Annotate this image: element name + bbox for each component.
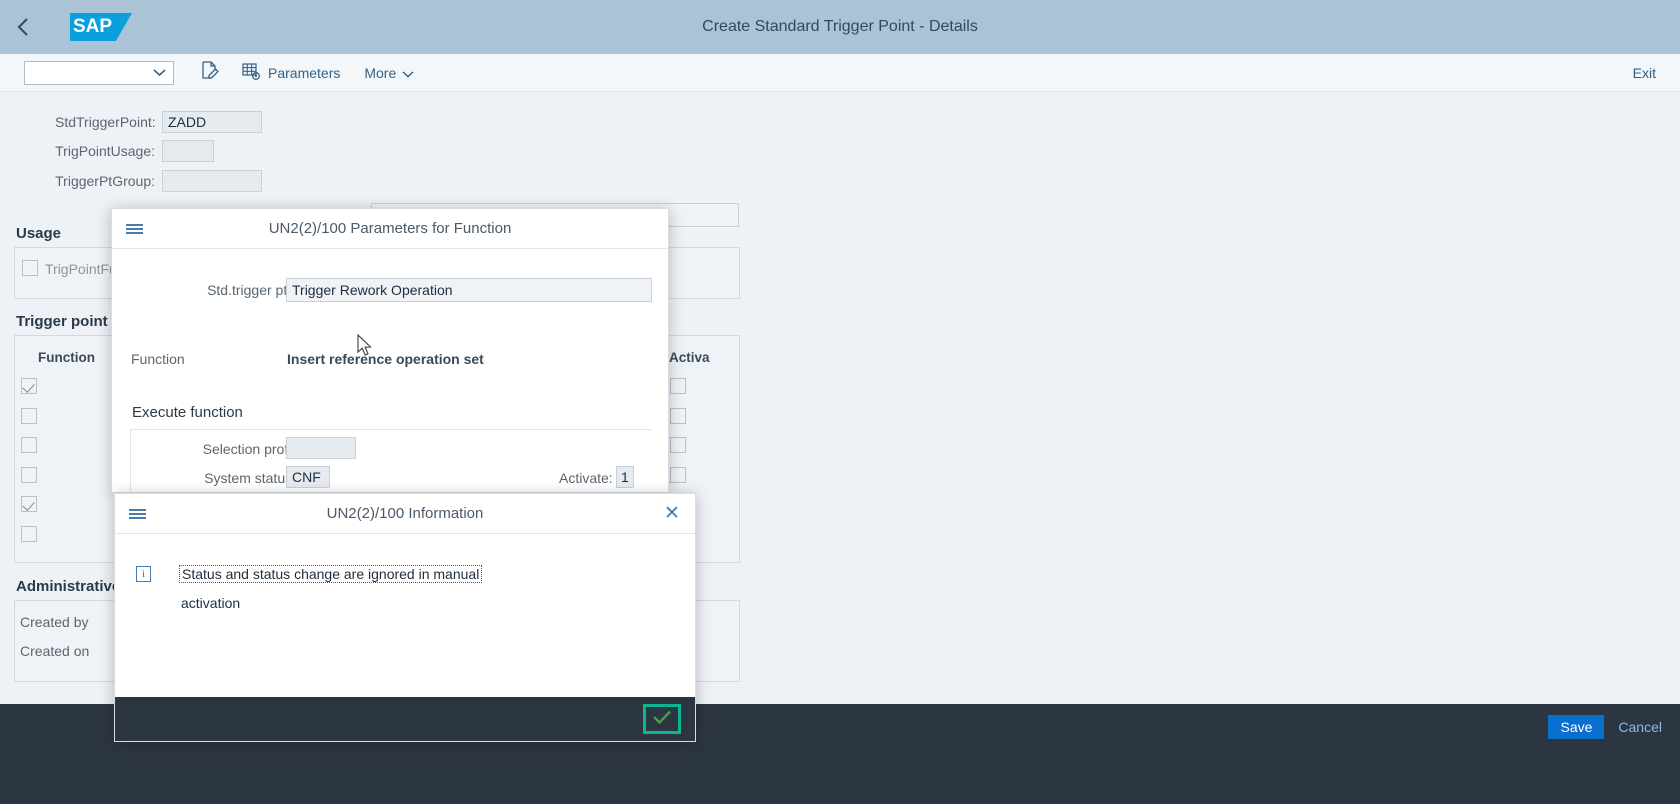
activate-label: Activate:	[559, 470, 613, 486]
action-toolbar: Parameters More Exit	[0, 54, 1680, 92]
system-status-input[interactable]: CNF	[286, 466, 330, 488]
column-header-activate: Activa	[669, 350, 710, 365]
stdtriggerpoint-input[interactable]: ZADD	[162, 111, 262, 133]
trigpointfu-label: TrigPointFu	[45, 261, 117, 277]
table-row[interactable]	[21, 467, 37, 483]
cancel-button[interactable]: Cancel	[1618, 715, 1662, 739]
chevron-left-icon	[16, 16, 32, 38]
information-message-line1: Status and status change are ignored in …	[179, 565, 483, 583]
triggerptgroup-input[interactable]	[162, 170, 262, 192]
hamburger-menu-icon[interactable]	[112, 222, 156, 236]
selection-prof-input[interactable]	[286, 437, 356, 459]
parameters-dialog: UN2(2)/100 Parameters for Function Std.t…	[111, 208, 669, 544]
activate-checkbox[interactable]	[670, 437, 686, 453]
ok-button[interactable]	[643, 704, 681, 734]
field-label: StdTriggerPoint:	[55, 114, 156, 130]
parameters-button[interactable]: Parameters	[242, 62, 340, 84]
activate-input[interactable]: 1	[616, 466, 634, 488]
information-dialog-body: i Status and status change are ignored i…	[115, 534, 695, 741]
sap-logo: SAP	[70, 13, 132, 41]
field-row-stdtriggerpoint: StdTriggerPoint: ZADD	[55, 111, 262, 133]
field-label: TrigPointUsage:	[55, 143, 155, 159]
parameters-label: Parameters	[268, 64, 341, 81]
created-by-label: Created by	[20, 614, 89, 630]
table-row[interactable]	[21, 378, 37, 394]
activate-checkbox[interactable]	[670, 408, 686, 424]
information-dialog-header: UN2(2)/100 Information ✕	[115, 494, 695, 534]
field-row-triggerptgroup: TriggerPtGroup:	[55, 170, 262, 192]
app-root: SAP Create Standard Trigger Point - Deta…	[0, 0, 1680, 804]
table-row[interactable]	[21, 408, 37, 424]
more-menu-button[interactable]: More	[364, 65, 414, 81]
save-button[interactable]: Save	[1548, 715, 1605, 739]
chevron-down-icon	[402, 65, 414, 81]
information-dialog-footer	[115, 697, 695, 741]
table-row[interactable]	[21, 437, 37, 453]
execute-function-section-title: Execute function	[132, 404, 243, 421]
parameters-dialog-body: Std.trigger pt.: Trigger Rework Operatio…	[112, 249, 668, 544]
parameters-dialog-header: UN2(2)/100 Parameters for Function	[112, 209, 668, 249]
close-icon[interactable]: ✕	[661, 503, 683, 525]
hamburger-menu-icon[interactable]	[115, 507, 159, 521]
usage-section-title: Usage	[16, 225, 62, 242]
edit-document-button[interactable]	[196, 60, 222, 86]
selection-prof-label: Selection prof.:	[202, 441, 296, 457]
function-value: Insert reference operation set	[287, 351, 484, 367]
trigpointfu-checkbox[interactable]	[22, 260, 38, 276]
exit-button[interactable]: Exit	[1633, 65, 1656, 81]
sap-logo-text: SAP	[73, 16, 113, 37]
std-trigger-label: Std.trigger pt.:	[207, 282, 295, 298]
information-message-line2: activation	[181, 595, 241, 611]
function-label: Function	[131, 351, 185, 367]
field-label: TriggerPtGroup:	[55, 173, 155, 189]
std-trigger-input[interactable]: Trigger Rework Operation	[286, 278, 652, 302]
system-status-label: System status:	[204, 470, 296, 486]
back-button[interactable]	[0, 0, 48, 54]
column-header-function: Function	[38, 350, 95, 365]
information-dialog-title: UN2(2)/100 Information	[326, 505, 484, 522]
trigpointusage-input[interactable]	[162, 140, 214, 162]
created-on-label: Created on	[20, 643, 90, 659]
info-icon: i	[136, 566, 151, 582]
activate-checkbox[interactable]	[670, 467, 686, 483]
more-label: More	[364, 64, 397, 81]
chevron-down-icon	[153, 68, 166, 77]
activate-checkbox[interactable]	[670, 378, 686, 394]
edit-document-icon	[199, 60, 220, 86]
variant-select[interactable]	[24, 60, 174, 85]
check-icon	[652, 709, 672, 730]
shell-header: SAP Create Standard Trigger Point - Deta…	[0, 0, 1680, 54]
table-settings-icon	[242, 62, 261, 84]
table-row[interactable]	[21, 496, 37, 512]
parameters-dialog-title: UN2(2)/100 Parameters for Function	[268, 220, 512, 237]
information-dialog: UN2(2)/100 Information ✕ i Status and st…	[114, 493, 696, 742]
field-row-trigpointusage: TrigPointUsage:	[55, 140, 214, 162]
page-title: Create Standard Trigger Point - Details	[702, 18, 978, 35]
table-row[interactable]	[21, 526, 37, 542]
